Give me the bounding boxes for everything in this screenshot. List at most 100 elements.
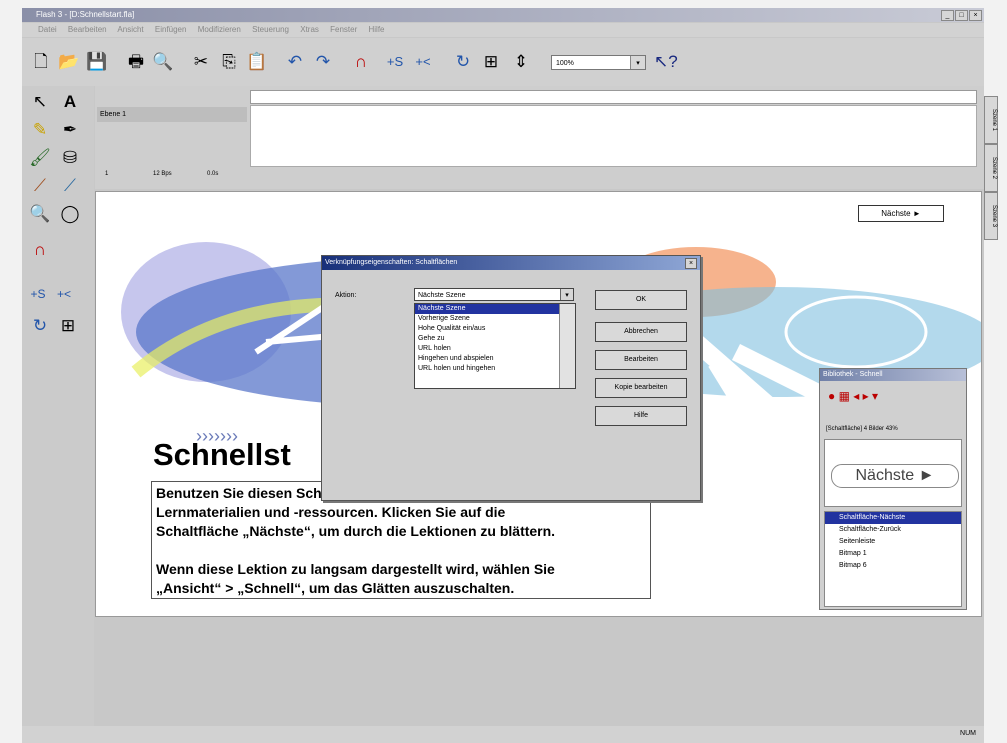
zoom-tool-icon[interactable]: 🔍: [28, 202, 52, 226]
next-button[interactable]: Nächste ►: [858, 205, 944, 222]
library-preview: Nächste ►: [824, 439, 962, 507]
library-panel: Bibliothek - Schnell ● ▦ ◂ ▸ ▾ [Schaltfl…: [819, 368, 967, 610]
menu-control[interactable]: Steuerung: [252, 25, 289, 34]
elapsed-time: 0.0s: [207, 171, 219, 177]
list-item[interactable]: Bitmap 1: [825, 548, 961, 560]
button-properties-dialog: Verknüpfungseigenschaften: Schaltflächen…: [321, 255, 701, 501]
brush-tool-icon[interactable]: 🖌: [28, 146, 52, 170]
dialog-title: Verknüpfungseigenschaften: Schaltflächen: [322, 256, 700, 270]
menu-insert[interactable]: Einfügen: [155, 25, 187, 34]
layer-name: Ebene 1: [100, 111, 127, 118]
chevron-down-icon: ▾: [630, 56, 645, 69]
title-bar: Flash 3 - [D:Schnellstart.fla] _ □ ×: [22, 8, 984, 22]
list-item[interactable]: Vorherige Szene: [415, 314, 575, 324]
redo-icon[interactable]: ↷: [312, 51, 334, 73]
lasso-tool-icon[interactable]: ◯: [58, 202, 82, 226]
library-toolbar-icon[interactable]: ● ▦ ◂ ▸ ▾: [828, 389, 878, 403]
window-title: Flash 3 - [D:Schnellstart.fla]: [36, 10, 135, 19]
copy-icon[interactable]: ⎘: [218, 51, 240, 73]
rotate-option-icon[interactable]: ↻: [28, 314, 52, 338]
ink-bottle-icon[interactable]: ✒: [58, 118, 82, 142]
menu-modify[interactable]: Modifizieren: [198, 25, 241, 34]
frame-ruler[interactable]: [250, 90, 977, 104]
cancel-button[interactable]: Abbrechen: [595, 322, 687, 342]
minimize-button[interactable]: _: [941, 10, 954, 21]
tool-palette: ↖ A ✎ ✒ 🖌 ⛁ ⟋ ⟋ 🔍 ◯ ∩ +S +< ↻ ⊞: [22, 86, 94, 728]
quickstart-title: Schnellst: [153, 437, 291, 472]
paint-bucket-icon[interactable]: ⛁: [58, 146, 82, 170]
library-info: [Schaltfläche] 4 Bilder 43%: [826, 426, 898, 432]
menu-window[interactable]: Fenster: [330, 25, 357, 34]
tab-scene-1[interactable]: Szene 1: [984, 96, 998, 144]
list-item[interactable]: Hohe Qualität ein/aus: [415, 324, 575, 334]
list-item[interactable]: Schaltfläche-Nächste: [825, 512, 961, 524]
layer-row[interactable]: Ebene 1: [97, 107, 247, 122]
list-item[interactable]: Schaltfläche-Zurück: [825, 524, 961, 536]
tab-scene-3[interactable]: Szene 3: [984, 192, 998, 240]
ok-button[interactable]: OK: [595, 290, 687, 310]
menu-help[interactable]: Hilfe: [369, 25, 385, 34]
list-item[interactable]: Seitenleiste: [825, 536, 961, 548]
menu-xtras[interactable]: Xtras: [300, 25, 319, 34]
window-controls: _ □ ×: [941, 10, 982, 21]
scale-option-icon[interactable]: ⊞: [56, 314, 80, 338]
list-item[interactable]: Nächste Szene: [415, 304, 575, 314]
list-item[interactable]: Bitmap 6: [825, 560, 961, 572]
print-icon[interactable]: 🖶: [125, 51, 147, 73]
zoom-select[interactable]: 100% ▾: [551, 55, 646, 70]
frame-number: 1: [105, 171, 109, 177]
straighten-option-icon[interactable]: +<: [52, 282, 76, 306]
list-item[interactable]: URL holen und hingehen: [415, 364, 575, 374]
library-items[interactable]: Schaltfläche-Nächste Schaltfläche-Zurück…: [824, 511, 962, 607]
list-scrollbar[interactable]: [559, 304, 575, 388]
scale-icon[interactable]: ⊞: [480, 51, 502, 73]
library-title: Bibliothek - Schnell: [820, 369, 966, 381]
smooth-option-icon[interactable]: +S: [26, 282, 50, 306]
frame-grid[interactable]: [250, 105, 977, 167]
undo-icon[interactable]: ↶: [284, 51, 306, 73]
rotate-icon[interactable]: ↻: [452, 51, 474, 73]
straighten-icon[interactable]: +<: [412, 51, 434, 73]
chevron-down-icon: ▾: [560, 289, 573, 300]
action-select[interactable]: Nächste Szene ▾: [414, 288, 574, 301]
menu-view[interactable]: Ansicht: [117, 25, 143, 34]
magnet-option-icon[interactable]: ∩: [28, 238, 52, 262]
magnet-icon[interactable]: ∩: [350, 51, 372, 73]
application-window: Flash 3 - [D:Schnellstart.fla] _ □ × Dat…: [22, 8, 998, 743]
zoom-value: 100%: [556, 60, 574, 67]
menu-bar: Datei Bearbeiten Ansicht Einfügen Modifi…: [22, 23, 984, 37]
maximize-button[interactable]: □: [955, 10, 968, 21]
action-value: Nächste Szene: [418, 292, 466, 299]
dialog-close-icon[interactable]: ×: [685, 258, 697, 269]
text-tool-icon[interactable]: A: [58, 90, 82, 114]
line-tool-icon[interactable]: ⟋: [28, 174, 52, 198]
menu-file[interactable]: Datei: [38, 25, 57, 34]
tab-scene-2[interactable]: Szene 2: [984, 144, 998, 192]
close-button[interactable]: ×: [969, 10, 982, 21]
main-toolbar: 🗋 📂 💾 🖶 🔍 ✂ ⎘ 📋 ↶ ↷ ∩ +S +< ↻ ⊞ ⇕ 100% ▾…: [22, 38, 984, 86]
paste-icon[interactable]: 📋: [246, 51, 268, 73]
save-icon[interactable]: 💾: [86, 51, 108, 73]
print-preview-icon[interactable]: 🔍: [152, 51, 174, 73]
arrow-tool-icon[interactable]: ↖: [28, 90, 52, 114]
action-list[interactable]: Nächste Szene Vorherige Szene Hohe Quali…: [414, 303, 576, 389]
new-file-icon[interactable]: 🗋: [30, 51, 52, 73]
open-folder-icon[interactable]: 📂: [58, 51, 80, 73]
edit-button[interactable]: Bearbeiten: [595, 350, 687, 370]
preview-button-label: Nächste ►: [831, 464, 959, 488]
list-item[interactable]: Hingehen und abspielen: [415, 354, 575, 364]
cut-icon[interactable]: ✂: [190, 51, 212, 73]
pencil-tool-icon[interactable]: ✎: [28, 118, 52, 142]
align-icon[interactable]: ⇕: [510, 51, 532, 73]
list-item[interactable]: URL holen: [415, 344, 575, 354]
help-button[interactable]: Hilfe: [595, 406, 687, 426]
dropper-tool-icon[interactable]: ⟋: [58, 174, 82, 198]
context-help-icon[interactable]: ↖?: [654, 51, 678, 73]
action-label: Aktion:: [335, 292, 357, 299]
list-item[interactable]: Gehe zu: [415, 334, 575, 344]
frame-rate: 12 Bps: [153, 171, 172, 177]
smooth-icon[interactable]: +S: [384, 51, 406, 73]
timeline-panel: Ebene 1 1 12 Bps 0.0s: [95, 86, 984, 189]
menu-edit[interactable]: Bearbeiten: [68, 25, 107, 34]
edit-copy-button[interactable]: Kopie bearbeiten: [595, 378, 687, 398]
